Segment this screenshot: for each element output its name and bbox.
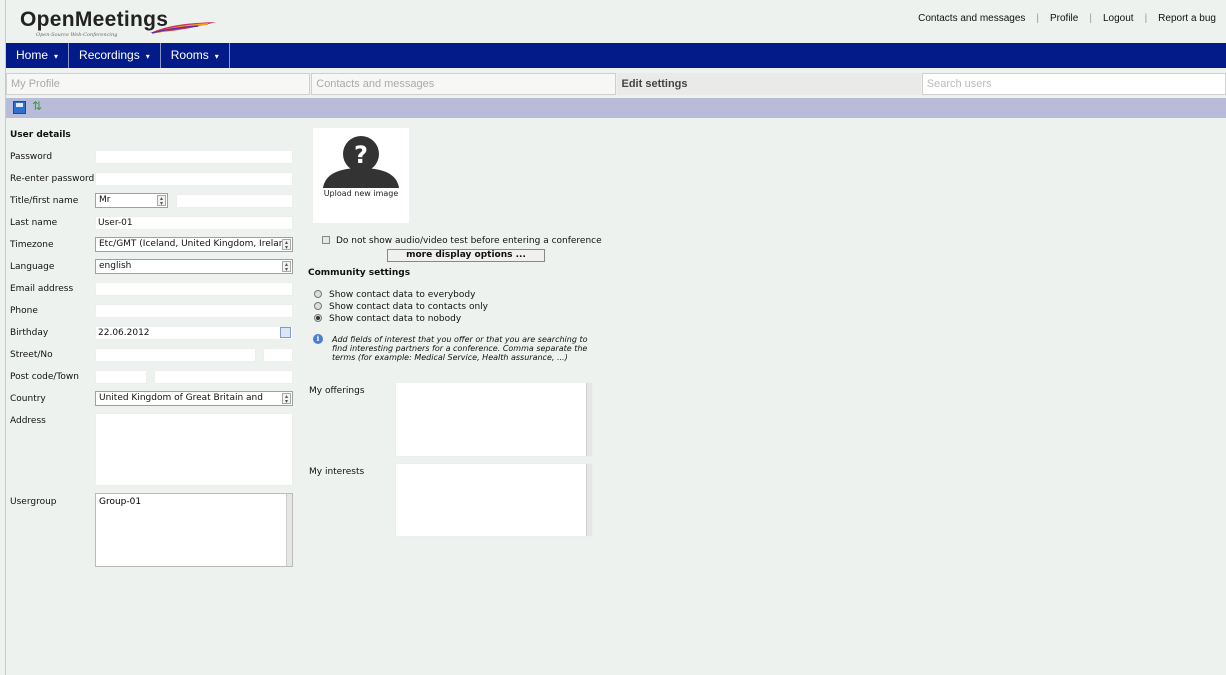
- timezone-value: Etc/GMT (Iceland, United Kingdom, Irelan…: [99, 239, 290, 249]
- street-field[interactable]: [95, 348, 256, 362]
- top-links: Contacts and messages | Profile | Logout…: [918, 13, 1216, 24]
- select-spinner-icon: ▴ ▾: [282, 239, 291, 251]
- scrollbar[interactable]: [586, 383, 592, 456]
- my-interests-label: My interests: [309, 467, 365, 477]
- scrollbar[interactable]: [286, 494, 292, 566]
- chevron-down-icon: ▾: [145, 52, 150, 61]
- logo-tagline: Open-Source Web-Conferencing: [36, 32, 118, 38]
- community-settings-title: Community settings: [308, 268, 411, 278]
- last-name-field[interactable]: User-01: [95, 216, 293, 230]
- select-spinner-icon: ▴ ▾: [157, 195, 166, 207]
- user-details-title: User details: [10, 130, 71, 140]
- country-label: Country: [10, 394, 46, 404]
- chevron-down-icon: ▾: [214, 52, 219, 61]
- language-value: english: [99, 261, 132, 271]
- my-interests-textarea[interactable]: [395, 463, 593, 537]
- birthday-value: 22.06.2012: [98, 328, 150, 338]
- country-value: United Kingdom of Great Britain and Nort…: [99, 393, 263, 403]
- password-label: Password: [10, 152, 53, 162]
- timezone-label: Timezone: [10, 240, 54, 250]
- info-icon: i: [313, 334, 323, 344]
- profile-link[interactable]: Profile: [1050, 13, 1078, 24]
- interests-info-text: Add fields of interest that you offer or…: [332, 335, 588, 362]
- address-textarea[interactable]: [95, 413, 293, 486]
- main-menu: Home ▾ Recordings ▾ Rooms ▾: [6, 43, 1226, 68]
- usergroup-item[interactable]: Group-01: [99, 497, 141, 507]
- app-frame: OpenMeetings Open-Source Web-Conferencin…: [5, 0, 1226, 675]
- upload-image-label[interactable]: Upload new image: [313, 189, 409, 198]
- email-field[interactable]: [95, 282, 293, 296]
- tab-contacts-messages[interactable]: Contacts and messages: [311, 73, 616, 95]
- svg-text:?: ?: [354, 141, 368, 169]
- tab-search-users[interactable]: Search users: [921, 73, 1226, 95]
- menu-rooms-label: Rooms: [170, 48, 209, 62]
- timezone-select[interactable]: Etc/GMT (Iceland, United Kingdom, Irelan…: [95, 237, 293, 252]
- password-field[interactable]: [95, 150, 293, 164]
- house-number-field[interactable]: [263, 348, 293, 362]
- select-spinner-icon: ▴ ▾: [282, 393, 291, 405]
- phone-field[interactable]: [95, 304, 293, 318]
- refresh-icon[interactable]: ⇅: [32, 99, 42, 113]
- postcode-field[interactable]: [95, 370, 147, 384]
- radio-contact-contacts-only[interactable]: [314, 302, 322, 310]
- street-label: Street/No: [10, 350, 53, 360]
- chevron-down-icon: ▾: [54, 52, 59, 61]
- av-test-checkbox[interactable]: [322, 236, 330, 244]
- language-select[interactable]: english ▴ ▾: [95, 259, 293, 274]
- openmeetings-logo: OpenMeetings Open-Source Web-Conferencin…: [20, 8, 220, 38]
- menu-recordings[interactable]: Recordings ▾: [69, 43, 161, 68]
- radio-contact-nobody[interactable]: [314, 314, 322, 322]
- radio-contact-everybody[interactable]: [314, 290, 322, 298]
- postcode-town-label: Post code/Town: [10, 372, 79, 382]
- email-label: Email address: [10, 284, 74, 294]
- birthday-field[interactable]: 22.06.2012: [95, 326, 293, 340]
- separator: |: [1144, 13, 1148, 24]
- menu-home-label: Home: [16, 48, 49, 62]
- profile-photo[interactable]: ? Upload new image: [313, 128, 409, 223]
- my-offerings-textarea[interactable]: [395, 382, 593, 457]
- feather-icon: [150, 22, 216, 34]
- profile-tabs: My Profile Contacts and messages Edit se…: [6, 73, 1226, 96]
- first-name-field[interactable]: [176, 194, 293, 208]
- radio-contact-contacts-only-label: Show contact data to contacts only: [329, 302, 488, 312]
- save-icon[interactable]: [13, 101, 26, 114]
- scrollbar[interactable]: [586, 464, 592, 536]
- menu-home[interactable]: Home ▾: [6, 43, 70, 68]
- town-field[interactable]: [154, 370, 293, 384]
- title-first-name-label: Title/first name: [10, 196, 79, 206]
- phone-label: Phone: [10, 306, 38, 316]
- tab-edit-settings[interactable]: Edit settings: [616, 73, 921, 95]
- title-select[interactable]: Mr ▴ ▾: [95, 193, 168, 208]
- separator: |: [1036, 13, 1039, 24]
- avatar-placeholder-icon: ?: [323, 136, 399, 188]
- menu-recordings-label: Recordings: [79, 48, 140, 62]
- reenter-password-field[interactable]: [95, 172, 293, 186]
- usergroup-label: Usergroup: [10, 497, 57, 507]
- birthday-label: Birthday: [10, 328, 49, 338]
- av-test-label: Do not show audio/video test before ente…: [336, 236, 602, 246]
- last-name-label: Last name: [10, 218, 58, 228]
- tab-my-profile[interactable]: My Profile: [6, 73, 311, 95]
- radio-contact-everybody-label: Show contact data to everybody: [329, 290, 476, 300]
- calendar-icon[interactable]: [280, 327, 291, 338]
- reenter-password-label: Re-enter password: [10, 174, 95, 184]
- more-display-options-button[interactable]: more display options ...: [387, 249, 545, 262]
- toolbar: ⇅: [6, 98, 1226, 118]
- address-label: Address: [10, 416, 46, 426]
- logout-link[interactable]: Logout: [1103, 13, 1134, 24]
- menu-rooms[interactable]: Rooms ▾: [161, 43, 230, 68]
- my-offerings-label: My offerings: [309, 386, 365, 396]
- logo-text: OpenMeetings: [20, 8, 169, 31]
- select-spinner-icon: ▴ ▾: [282, 261, 291, 273]
- separator: |: [1089, 13, 1092, 24]
- contacts-messages-link[interactable]: Contacts and messages: [918, 13, 1025, 24]
- usergroup-list[interactable]: Group-01: [95, 493, 293, 567]
- radio-contact-nobody-label: Show contact data to nobody: [329, 314, 462, 324]
- language-label: Language: [10, 262, 55, 272]
- country-select[interactable]: United Kingdom of Great Britain and Nort…: [95, 391, 293, 406]
- title-value: Mr: [99, 195, 111, 205]
- report-bug-link[interactable]: Report a bug: [1158, 13, 1216, 24]
